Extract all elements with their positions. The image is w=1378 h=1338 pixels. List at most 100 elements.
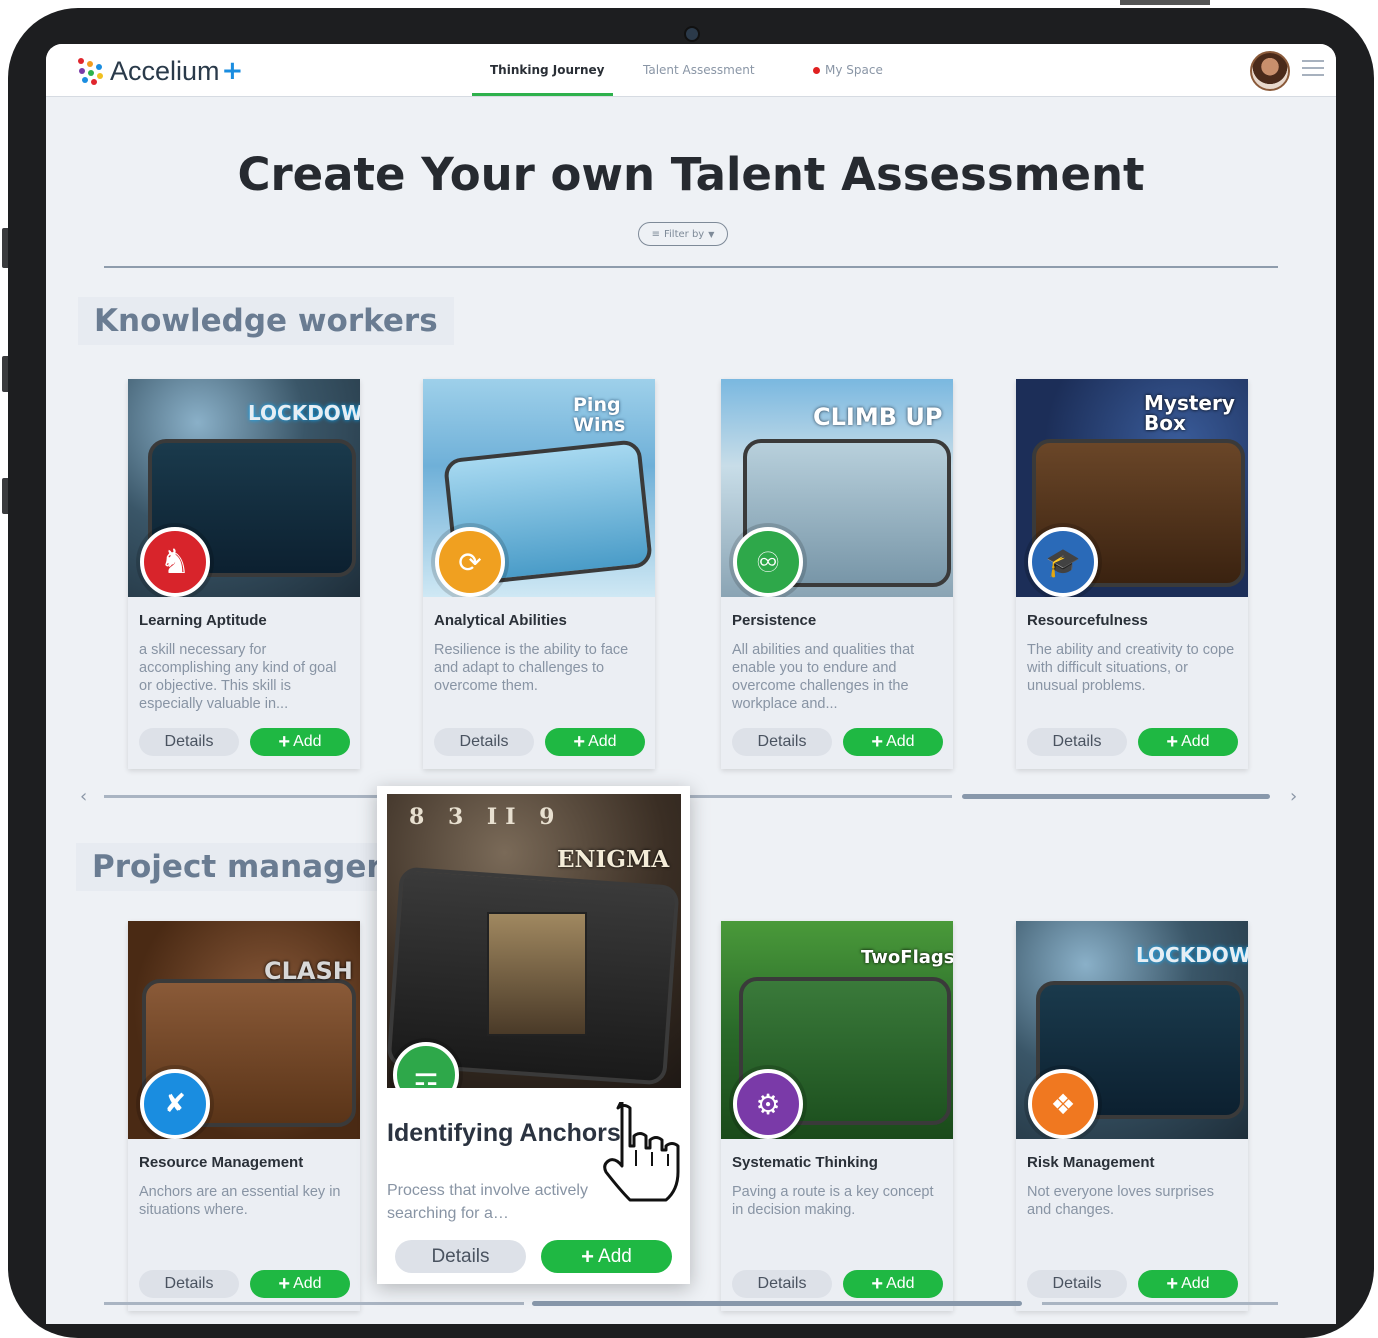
active-tab-indicator <box>472 93 613 96</box>
details-button[interactable]: Details <box>732 1270 832 1298</box>
people-cycle-icon: ⟳ <box>435 527 505 597</box>
card-description: Paving a route is a key concept in decis… <box>732 1184 934 1218</box>
game-card-hovered: ENIGMA 8 3 II 9 ⚎ Identifying Anchors Pr… <box>377 786 690 1284</box>
carousel-scroll-thumb[interactable] <box>962 794 1270 799</box>
game-logo: LOCKDOWN <box>1136 943 1248 967</box>
card-description: Anchors are an essential key in situatio… <box>139 1184 341 1218</box>
notification-dot <box>813 66 820 74</box>
card-title: Resource Management <box>139 1154 304 1171</box>
details-button[interactable]: Details <box>434 728 534 756</box>
game-logo: CLIMB UP <box>813 403 943 431</box>
chess-knight-icon: ♞ <box>140 527 210 597</box>
game-image-lockdown[interactable]: LOCKDOWN ❖ <box>1016 921 1248 1139</box>
add-label: Add <box>886 733 915 750</box>
carousel-prev-arrow-icon[interactable]: ‹ <box>80 786 87 807</box>
hamburger-menu-icon[interactable] <box>1302 60 1324 78</box>
details-button[interactable]: Details <box>732 728 832 756</box>
device-top-edge <box>1120 0 1210 5</box>
add-label: Add <box>1181 733 1210 750</box>
graduation-cap-icon: 🎓 <box>1028 527 1098 597</box>
add-button[interactable]: + Add <box>250 1270 350 1298</box>
hand-pointer-icon <box>596 1098 686 1206</box>
game-card: LOCKDOWN ♞ Learning Aptitude a skill nec… <box>128 379 360 769</box>
card-title: Identifying Anchors <box>387 1119 621 1147</box>
game-image-enigma[interactable]: ENIGMA 8 3 II 9 ⚎ <box>387 794 681 1088</box>
tab-my-space-label: My Space <box>825 63 883 77</box>
logo-dots-icon <box>76 56 106 86</box>
game-card: TwoFlags ⚙ Systematic Thinking Paving a … <box>721 921 953 1311</box>
strategy-icon: ✘ <box>140 1069 210 1139</box>
game-image-twoflags[interactable]: TwoFlags ⚙ <box>721 921 953 1139</box>
game-card: Ping Wins ⟳ Analytical Abilities Resilie… <box>423 379 655 769</box>
card-description: Resilience is the ability to face and ad… <box>434 642 629 694</box>
add-label: Add <box>588 733 617 750</box>
top-navigation-bar: Accelium + Thinking Journey Talent Asses… <box>46 44 1336 97</box>
carousel-next-arrow-icon[interactable]: › <box>1290 786 1297 807</box>
game-logo: LOCKDOWN <box>248 401 360 425</box>
card-title: Learning Aptitude <box>139 612 267 629</box>
add-label: Add <box>293 1275 322 1292</box>
add-button[interactable]: + Add <box>1138 1270 1238 1298</box>
divider <box>104 266 1278 268</box>
tab-my-space[interactable]: My Space <box>813 44 883 96</box>
chevron-down-icon: ▼ <box>708 229 715 239</box>
add-button[interactable]: + Add <box>1138 728 1238 756</box>
page-title: Create Your own Talent Assessment <box>237 148 1145 201</box>
game-image-clash[interactable]: CLASH ✘ <box>128 921 360 1139</box>
add-button[interactable]: + Add <box>843 728 943 756</box>
details-button[interactable]: Details <box>1027 1270 1127 1298</box>
number-tiles: 8 3 II 9 <box>409 804 563 830</box>
tab-talent-assessment[interactable]: Talent Assessment <box>643 44 755 96</box>
details-button[interactable]: Details <box>139 1270 239 1298</box>
game-card: CLASH ✘ Resource Management Anchors are … <box>128 921 360 1311</box>
enigma-board <box>487 912 587 1036</box>
game-card: Mystery Box 🎓 Resourcefulness The abilit… <box>1016 379 1248 769</box>
card-description: Process that involve actively searching … <box>387 1182 588 1222</box>
add-button[interactable]: + Add <box>541 1240 672 1273</box>
game-image-mystery-box[interactable]: Mystery Box 🎓 <box>1016 379 1248 597</box>
card-description: The ability and creativity to cope with … <box>1027 642 1235 694</box>
card-description: a skill necessary for accomplishing any … <box>139 642 337 712</box>
game-card: CLIMB UP ♾ Persistence All abilities and… <box>721 379 953 769</box>
game-image-ping-wins[interactable]: Ping Wins ⟳ <box>423 379 655 597</box>
game-logo: TwoFlags <box>861 947 953 968</box>
add-label: Add <box>293 733 322 750</box>
game-image-climb-up[interactable]: CLIMB UP ♾ <box>721 379 953 597</box>
game-logo: Ping Wins <box>573 394 626 436</box>
details-button[interactable]: Details <box>139 728 239 756</box>
screen: Accelium + Thinking Journey Talent Asses… <box>46 44 1336 1324</box>
filter-dropdown[interactable]: ≡ Filter by ▼ <box>638 222 728 246</box>
puzzle-icon: ❖ <box>1028 1069 1098 1139</box>
filter-label: Filter by <box>664 228 705 240</box>
brand-logo[interactable]: Accelium + <box>76 56 243 86</box>
camera <box>684 26 700 42</box>
add-button[interactable]: + Add <box>545 728 645 756</box>
avatar[interactable] <box>1250 51 1290 91</box>
add-label: Add <box>598 1245 632 1267</box>
add-label: Add <box>1181 1275 1210 1292</box>
add-label: Add <box>886 1275 915 1292</box>
game-image-lockdown[interactable]: LOCKDOWN ♞ <box>128 379 360 597</box>
card-title: Resourcefulness <box>1027 612 1148 629</box>
game-logo: CLASH <box>264 957 353 985</box>
person-push-icon: ♾ <box>733 527 803 597</box>
add-button[interactable]: + Add <box>250 728 350 756</box>
tab-thinking-journey[interactable]: Thinking Journey <box>490 44 604 96</box>
details-button[interactable]: Details <box>395 1240 526 1273</box>
card-description: All abilities and qualities that enable … <box>732 642 915 712</box>
gear-head-icon: ⚙ <box>733 1069 803 1139</box>
card-title: Systematic Thinking <box>732 1154 878 1171</box>
section-title-knowledge-workers: Knowledge workers <box>78 297 454 345</box>
section-title-project-managers: Project managers <box>76 843 417 891</box>
filter-icon: ≡ <box>651 228 660 240</box>
game-logo: Mystery Box <box>1144 391 1235 435</box>
brand-name: Accelium <box>110 55 220 86</box>
carousel-scroll-thumb[interactable] <box>532 1301 1022 1306</box>
game-card: LOCKDOWN ❖ Risk Management Not everyone … <box>1016 921 1248 1311</box>
details-button[interactable]: Details <box>1027 728 1127 756</box>
card-title: Persistence <box>732 612 817 629</box>
brand-plus-icon: + <box>221 56 244 86</box>
add-button[interactable]: + Add <box>843 1270 943 1298</box>
card-description: Not everyone loves surprises and changes… <box>1027 1184 1214 1218</box>
game-logo: ENIGMA <box>557 846 670 873</box>
